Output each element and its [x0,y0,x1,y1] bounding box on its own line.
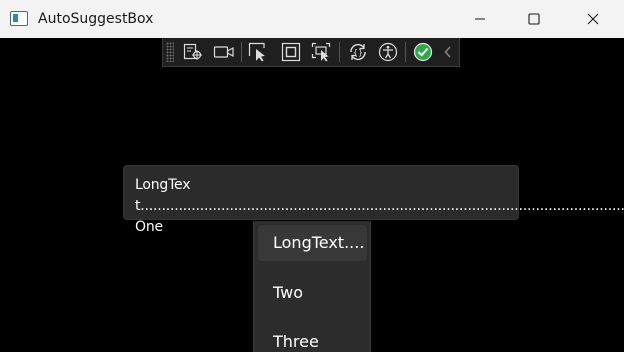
track-focused-element-icon [311,42,331,62]
accessibility-checker-button[interactable] [376,41,400,63]
minimize-button[interactable] [451,0,509,38]
no-issues-check-icon [413,42,433,62]
maximize-button[interactable] [505,0,563,38]
toolbar-separator [339,42,340,62]
collapse-toolbar-button[interactable] [439,41,457,63]
minimize-icon [475,18,485,20]
window-title: AutoSuggestBox [38,11,154,27]
suggestion-item[interactable]: LongText.... [258,225,367,261]
debug-toolbar: {} [162,38,460,67]
maximize-icon [528,13,540,25]
auto-suggest-box[interactable]: LongText................................… [123,165,624,235]
select-element-button[interactable] [247,41,271,63]
record-icon [213,46,234,58]
track-focused-element-button[interactable] [310,41,334,63]
app-icon [10,11,28,26]
toolbar-grip[interactable] [166,42,174,62]
visual-tree-icon [183,43,202,60]
display-layout-adorners-button[interactable] [279,41,303,63]
close-icon [587,13,599,25]
select-element-icon [248,42,265,62]
collapse-toolbar-chevron-icon [444,46,451,58]
suggestion-item[interactable]: Three [258,324,367,352]
accessibility-checker-icon [378,42,398,62]
no-issues-status-button[interactable] [411,41,435,63]
suggestion-item[interactable]: Two [258,275,367,311]
toolbar-separator [241,42,242,62]
suggestion-list: LongText.... Two Three [253,221,371,352]
toolbar-separator [405,42,406,62]
display-layout-adorners-icon [281,42,301,62]
live-visual-tree-button[interactable] [181,41,205,63]
title-bar: AutoSuggestBox [0,0,624,38]
hot-reload-button[interactable]: {} [346,41,370,63]
hot-reload-icon: {} [350,43,366,61]
record-button[interactable] [212,41,236,63]
svg-text:{}: {} [353,48,363,57]
close-button[interactable] [564,0,622,38]
